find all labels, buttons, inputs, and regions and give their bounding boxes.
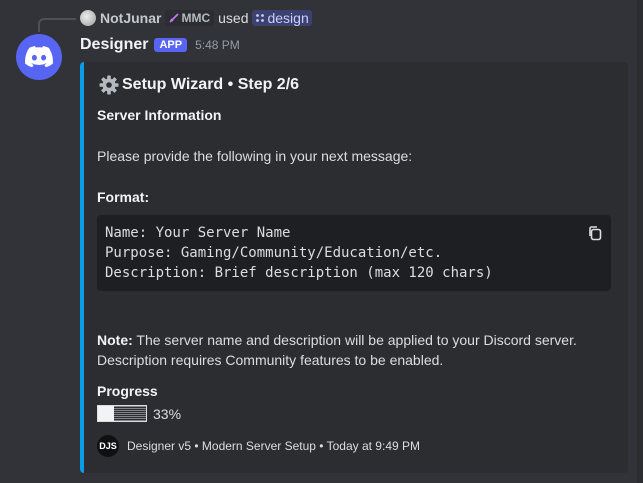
slash-command-name: design [267,10,309,26]
gear-icon [99,75,119,95]
sword-icon [169,13,180,23]
reply-username[interactable]: NotJunar [100,10,161,26]
reply-user-avatar[interactable] [80,10,96,26]
scrollbar-track[interactable] [637,0,643,483]
progress-label: Progress [97,383,158,399]
code-line-purpose: Purpose: Gaming/Community/Education/etc. [105,245,443,261]
note-line-1: The server name and description will be … [132,332,577,348]
note-label: Note: [97,332,133,348]
command-grid-icon [256,14,265,22]
embed-card: Setup Wizard • Step 2/6 Server Informati… [80,62,628,473]
embed-title: Setup Wizard • Step 2/6 [98,74,299,96]
embed-footer: DJS Designer v5 • Modern Server Setup • … [97,435,420,457]
reply-tag-text: MMC [181,11,211,25]
bot-avatar[interactable] [16,34,62,80]
message-timestamp[interactable]: 5:48 PM [195,38,240,52]
reply-context[interactable]: NotJunar MMC used design [80,8,312,28]
reply-connector [38,18,76,32]
author-name[interactable]: Designer [80,36,148,54]
progress-bar-fill [98,406,114,421]
format-label: Format: [97,189,150,205]
message-header: Designer APP 5:48 PM [80,36,240,54]
progress-bar [97,405,147,422]
section-heading: Server Information [97,107,222,123]
code-block: Name: Your Server Name Purpose: Gaming/C… [97,215,611,291]
app-badge: APP [154,38,188,52]
slash-command-link[interactable]: design [252,10,312,26]
footer-text: Designer v5 • Modern Server Setup • Toda… [127,439,420,453]
note-line-2: Description requires Community features … [97,352,444,368]
code-line-description: Description: Brief description (max 120 … [105,265,493,281]
reply-user-tag[interactable]: MMC [165,10,215,26]
code-line-name: Name: Your Server Name [105,225,291,241]
copy-icon[interactable] [587,225,603,241]
progress-bar-remaining [113,406,146,421]
footer-logo-icon: DJS [97,435,119,457]
note-paragraph: Note: The server name and description wi… [97,332,617,348]
reply-used-text: used [218,10,249,26]
instruction-text: Please provide the following in your nex… [97,148,413,164]
embed-title-text: Setup Wizard • Step 2/6 [122,76,300,93]
progress-percent: 33% [153,405,182,422]
discord-logo-icon [25,46,53,68]
progress-row: 33% [97,405,181,422]
